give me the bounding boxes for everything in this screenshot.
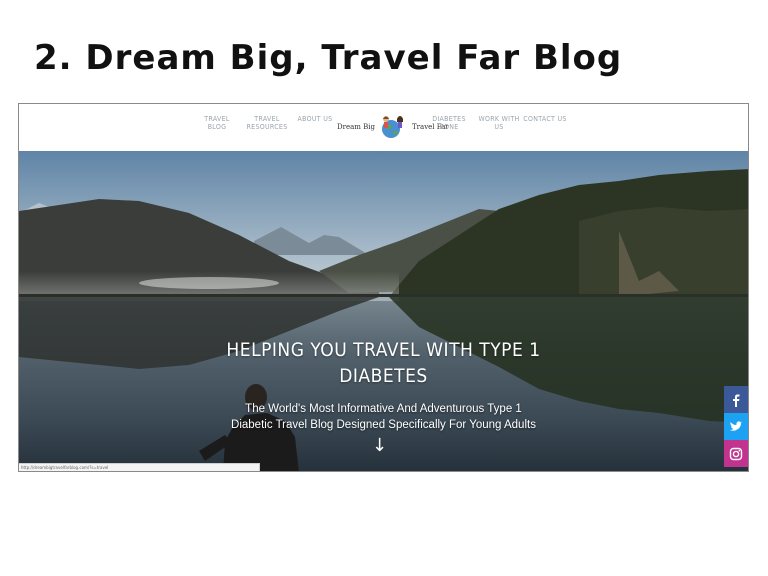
hero-subtitle-line1: The World's Most Informative And Adventu… [245, 403, 522, 415]
nav-work-with-us[interactable]: Work With Us [477, 115, 521, 131]
top-navigation: Travel Blog Travel Resources About Us Dr… [19, 104, 748, 152]
website-screenshot: Travel Blog Travel Resources About Us Dr… [18, 103, 749, 472]
instagram-icon [729, 447, 743, 460]
hero-subtitle: The World's Most Informative And Adventu… [19, 401, 748, 433]
nav-about-us[interactable]: About Us [293, 115, 337, 123]
hero-title-line2: Diabetes [339, 365, 428, 387]
site-logo[interactable]: Dream Big Travel Far [337, 112, 449, 142]
slide-title: 2. Dream Big, Travel Far Blog [34, 38, 623, 78]
hero-title: Helping You Travel With Type 1 Diabetes [19, 337, 748, 389]
hero-subtitle-line2: Diabetic Travel Blog Designed Specifical… [231, 419, 536, 431]
nav-contact-us[interactable]: Contact Us [523, 115, 567, 123]
nav-travel-blog[interactable]: Travel Blog [195, 115, 239, 131]
hero-section: Helping You Travel With Type 1 Diabetes … [19, 151, 748, 471]
twitter-icon [730, 420, 743, 431]
hero-title-line1: Helping You Travel With Type 1 [226, 339, 541, 361]
facebook-icon [733, 394, 740, 407]
instagram-button[interactable] [724, 440, 748, 467]
nav-travel-resources[interactable]: Travel Resources [245, 115, 289, 131]
logo-left-text: Dream Big [337, 123, 376, 131]
logo-globe-icon [382, 116, 403, 138]
browser-status-bar: http://dreambigtravelfarblog.com/?s=trav… [19, 463, 260, 471]
nav-diabetes-zone[interactable]: Diabetes Zone [427, 115, 471, 131]
facebook-button[interactable] [724, 386, 748, 413]
scroll-down-arrow-icon[interactable]: ↓ [372, 435, 387, 456]
twitter-button[interactable] [724, 413, 748, 440]
